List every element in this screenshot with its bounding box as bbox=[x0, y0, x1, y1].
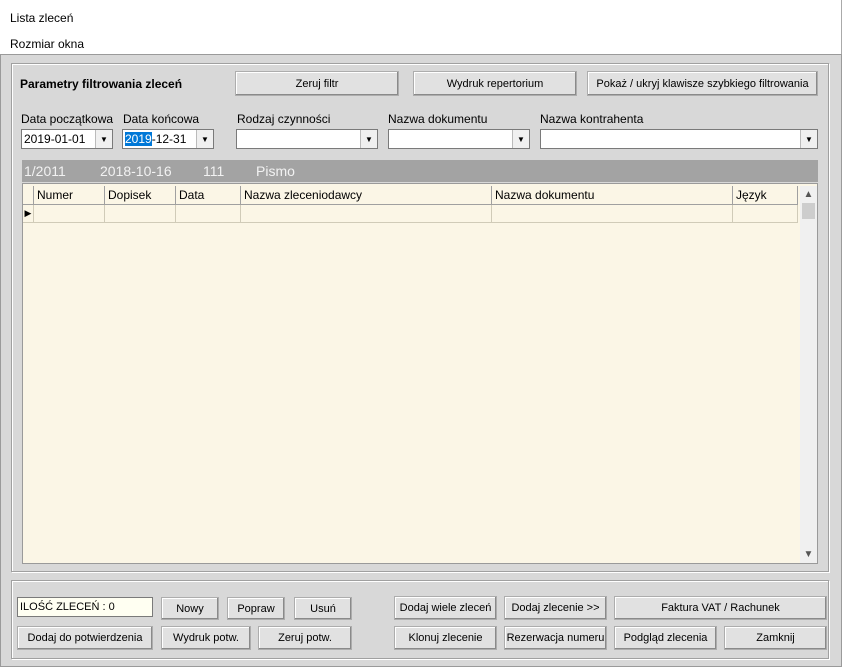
clone-order-button[interactable]: Klonuj zlecenie bbox=[394, 626, 497, 650]
close-button[interactable]: Zamknij bbox=[724, 626, 827, 650]
activity-type-select[interactable]: ▼ bbox=[236, 129, 378, 149]
print-repertory-button[interactable]: Wydruk repertorium bbox=[413, 71, 577, 96]
start-date-picker[interactable]: 2019-01-01 ▼ bbox=[21, 129, 113, 149]
document-name-label: Nazwa dokumentu bbox=[388, 112, 488, 126]
group-header-type: Pismo bbox=[256, 163, 295, 179]
group-header-number: 1/2011 bbox=[24, 163, 66, 179]
grid-group-header: 1/2011 2018-10-16 111 Pismo bbox=[22, 160, 818, 182]
chevron-down-icon[interactable]: ▼ bbox=[360, 130, 377, 148]
table-cell[interactable] bbox=[34, 205, 105, 223]
start-date-label: Data początkowa bbox=[21, 112, 114, 126]
row-header-corner bbox=[23, 186, 34, 205]
reset-filter-button[interactable]: Zeruj filtr bbox=[235, 71, 399, 96]
menu-item-order-list[interactable]: Lista zleceń bbox=[10, 11, 73, 25]
end-date-picker[interactable]: 2019-12-31 ▼ bbox=[122, 129, 214, 149]
add-order-button[interactable]: Dodaj zlecenie >> bbox=[504, 596, 607, 620]
end-date-value: 2019-12-31 bbox=[125, 132, 187, 146]
scroll-up-icon[interactable]: ▲ bbox=[800, 186, 817, 203]
scrollbar-thumb[interactable] bbox=[802, 203, 815, 219]
column-header-client-name[interactable]: Nazwa zleceniodawcy bbox=[241, 186, 492, 205]
column-header-date[interactable]: Data bbox=[176, 186, 241, 205]
add-to-confirmation-button[interactable]: Dodaj do potwierdzenia bbox=[17, 626, 153, 650]
table-cell[interactable] bbox=[105, 205, 176, 223]
row-indicator-arrow-icon: ▶ bbox=[23, 205, 34, 223]
print-confirmation-button[interactable]: Wydruk potw. bbox=[161, 626, 251, 650]
orders-grid[interactable] bbox=[22, 183, 818, 564]
invoice-button[interactable]: Faktura VAT / Rachunek bbox=[614, 596, 827, 620]
menu-bar: Lista zleceń Rozmiar okna bbox=[0, 0, 842, 54]
column-header-note[interactable]: Dopisek bbox=[105, 186, 176, 205]
menu-item-window-size[interactable]: Rozmiar okna bbox=[10, 37, 84, 51]
preview-order-button[interactable]: Podgląd zlecenia bbox=[614, 626, 717, 650]
chevron-down-icon[interactable]: ▼ bbox=[95, 130, 112, 148]
column-header-document-name[interactable]: Nazwa dokumentu bbox=[492, 186, 733, 205]
start-date-value: 2019-01-01 bbox=[24, 132, 86, 146]
group-header-code: 111 bbox=[203, 163, 225, 179]
toggle-quick-filter-button[interactable]: Pokaż / ukryj klawisze szybkiego filtrow… bbox=[587, 71, 818, 96]
vertical-scrollbar[interactable] bbox=[800, 186, 817, 563]
contractor-name-label: Nazwa kontrahenta bbox=[540, 112, 644, 126]
chevron-down-icon[interactable]: ▼ bbox=[512, 130, 529, 148]
order-count-display: ILOŚĆ ZLECEŃ : 0 bbox=[17, 597, 153, 617]
group-header-date: 2018-10-16 bbox=[100, 163, 172, 179]
column-header-number[interactable]: Numer bbox=[34, 186, 105, 205]
table-cell[interactable] bbox=[733, 205, 798, 223]
table-cell[interactable] bbox=[241, 205, 492, 223]
add-many-orders-button[interactable]: Dodaj wiele zleceń bbox=[394, 596, 497, 620]
reserve-number-button[interactable]: Rezerwacja numeru bbox=[504, 626, 607, 650]
activity-type-label: Rodzaj czynności bbox=[237, 112, 331, 126]
reset-confirmation-button[interactable]: Zeruj potw. bbox=[258, 626, 352, 650]
end-date-label: Data końcowa bbox=[123, 112, 200, 126]
column-header-language[interactable]: Język bbox=[733, 186, 798, 205]
edit-button[interactable]: Popraw bbox=[227, 597, 285, 620]
chevron-down-icon[interactable]: ▼ bbox=[196, 130, 213, 148]
contractor-name-select[interactable]: ▼ bbox=[540, 129, 818, 149]
chevron-down-icon[interactable]: ▼ bbox=[800, 130, 817, 148]
table-cell[interactable] bbox=[492, 205, 733, 223]
filter-title: Parametry filtrowania zleceń bbox=[20, 77, 183, 91]
scroll-down-icon[interactable]: ▼ bbox=[800, 546, 817, 563]
new-button[interactable]: Nowy bbox=[161, 597, 219, 620]
table-cell[interactable] bbox=[176, 205, 241, 223]
document-name-select[interactable]: ▼ bbox=[388, 129, 530, 149]
delete-button[interactable]: Usuń bbox=[294, 597, 352, 620]
